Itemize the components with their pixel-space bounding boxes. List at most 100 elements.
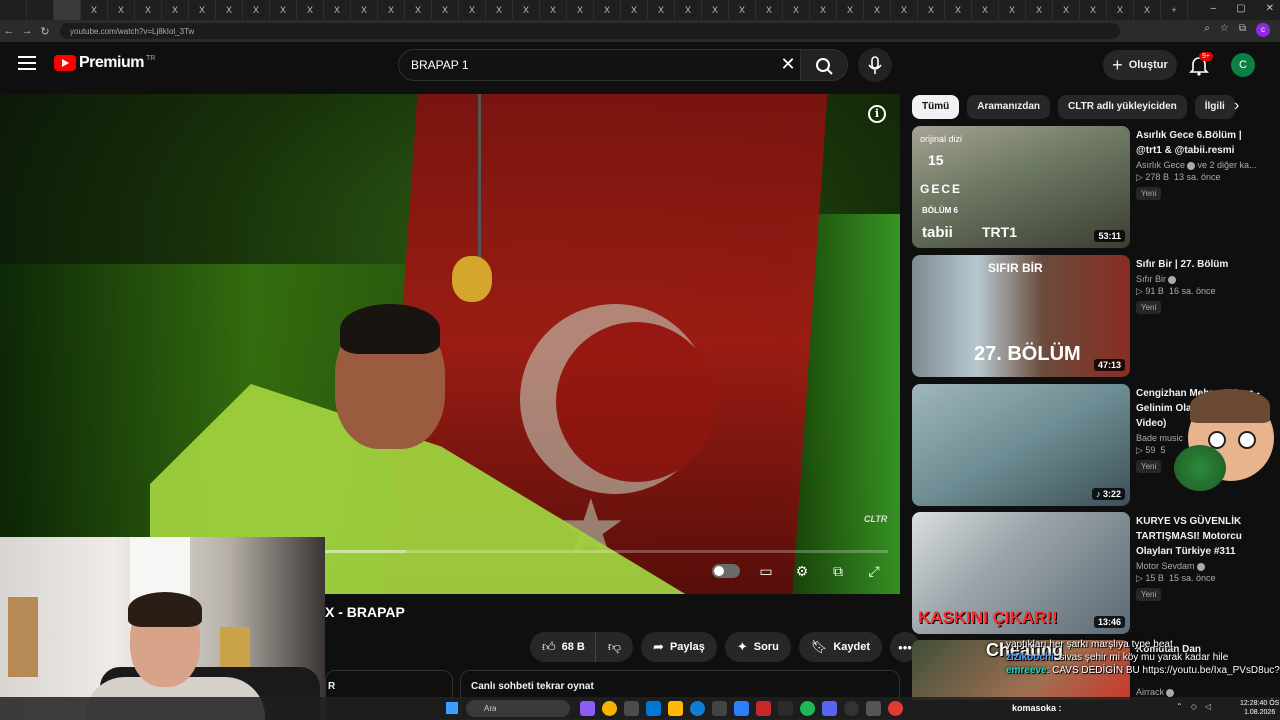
filter-chip[interactable]: Aramanızdan bbox=[967, 95, 1051, 119]
browser-tab[interactable]: X bbox=[864, 0, 891, 20]
browser-tab[interactable]: X bbox=[189, 0, 216, 20]
browser-tab[interactable]: X bbox=[405, 0, 432, 20]
browser-tab[interactable]: X bbox=[486, 0, 513, 20]
profile-icon[interactable]: c bbox=[1256, 23, 1270, 37]
spotify-icon[interactable] bbox=[800, 701, 815, 716]
browser-tab[interactable] bbox=[54, 0, 81, 20]
browser-tab[interactable]: X bbox=[891, 0, 918, 20]
browser-tab[interactable]: X bbox=[945, 0, 972, 20]
like-button[interactable]: 👍︎ 68 B bbox=[530, 632, 595, 662]
search-input[interactable]: BRAPAP 1 bbox=[398, 49, 808, 81]
browser-tab[interactable]: X bbox=[972, 0, 999, 20]
reload-icon[interactable]: ↻ bbox=[36, 25, 54, 38]
browser-tab[interactable]: X bbox=[756, 0, 783, 20]
browser-tab[interactable]: X bbox=[270, 0, 297, 20]
video-thumbnail[interactable]: ♪ 3:22 bbox=[912, 384, 1130, 506]
youtube-premium-logo[interactable]: Premium TR bbox=[54, 54, 155, 72]
recommended-video[interactable]: KASKINI ÇIKAR!! 13:46 KURYE VS GÜVENLİK … bbox=[912, 512, 1272, 634]
account-avatar[interactable]: C bbox=[1231, 53, 1255, 77]
app-icon[interactable] bbox=[646, 701, 661, 716]
dislike-button[interactable]: 👎︎ bbox=[594, 632, 634, 662]
notifications-button[interactable]: 9+ bbox=[1188, 52, 1213, 76]
chrome-icon[interactable] bbox=[602, 701, 617, 716]
browser-tab[interactable]: X bbox=[702, 0, 729, 20]
windows-start-icon[interactable] bbox=[446, 702, 458, 714]
video-player[interactable]: ★ i CLTR ▭ ⚙ ⧉ ⤢ bbox=[0, 94, 900, 594]
info-icon[interactable]: i bbox=[868, 105, 886, 123]
folder-icon[interactable] bbox=[668, 701, 683, 716]
minimize-button[interactable]: – bbox=[1211, 3, 1217, 14]
video-title-link[interactable]: Asırlık Gece 6.Bölüm | @trt1 & @tabii.re… bbox=[1136, 128, 1266, 158]
network-icon[interactable]: ◇ bbox=[1191, 702, 1197, 711]
browser-tab[interactable]: X bbox=[432, 0, 459, 20]
volume-icon[interactable]: ◁ bbox=[1205, 702, 1211, 711]
video-thumbnail[interactable]: KASKINI ÇIKAR!! 13:46 bbox=[912, 512, 1130, 634]
browser-tab[interactable]: X bbox=[567, 0, 594, 20]
obs-icon[interactable] bbox=[844, 701, 859, 716]
channel-name[interactable]: Sıfır Bir bbox=[1136, 274, 1266, 284]
browser-tab[interactable]: X bbox=[540, 0, 567, 20]
browser-tab[interactable]: X bbox=[513, 0, 540, 20]
browser-tab[interactable]: X bbox=[297, 0, 324, 20]
browser-tab[interactable]: X bbox=[108, 0, 135, 20]
filter-chip[interactable]: Tümü bbox=[912, 95, 960, 119]
app-icon[interactable] bbox=[712, 701, 727, 716]
recommended-video[interactable]: orijinal dizi 15 GECE BÖLÜM 6 tabii TRT1… bbox=[912, 126, 1272, 248]
subtitles-icon[interactable]: ▭ bbox=[756, 562, 776, 580]
hamburger-menu-icon[interactable] bbox=[18, 56, 36, 70]
share-button[interactable]: ➦ Paylaş bbox=[641, 632, 717, 662]
browser-tab[interactable]: X bbox=[837, 0, 864, 20]
ask-button[interactable]: ✦ Soru bbox=[724, 632, 791, 662]
fullscreen-icon[interactable]: ⤢ bbox=[864, 562, 884, 580]
browser-tab[interactable]: X bbox=[648, 0, 675, 20]
browser-tab[interactable]: X bbox=[81, 0, 108, 20]
taskbar-search[interactable]: Ara bbox=[466, 700, 570, 717]
video-thumbnail[interactable]: orijinal dizi 15 GECE BÖLÜM 6 tabii TRT1… bbox=[912, 126, 1130, 248]
browser-tab[interactable]: X bbox=[594, 0, 621, 20]
settings-gear-icon[interactable]: ⚙ bbox=[792, 562, 812, 580]
browser-tab[interactable]: X bbox=[162, 0, 189, 20]
browser-tab[interactable] bbox=[27, 0, 54, 20]
taskbar-clock[interactable]: 12:28:40 ÖS 1.08.2026 bbox=[1240, 699, 1279, 717]
browser-tab[interactable]: X bbox=[459, 0, 486, 20]
close-window-button[interactable]: ✕ bbox=[1266, 3, 1274, 14]
app-icon[interactable] bbox=[580, 701, 595, 716]
extensions-icon[interactable]: ⧉ bbox=[1239, 23, 1246, 37]
now-playing[interactable]: komasoka : bbox=[1012, 703, 1062, 713]
app-icon[interactable] bbox=[756, 701, 771, 716]
edge-icon[interactable] bbox=[690, 701, 705, 716]
browser-tab[interactable]: X bbox=[1026, 0, 1053, 20]
app-icon[interactable] bbox=[778, 701, 793, 716]
browser-tab[interactable]: X bbox=[783, 0, 810, 20]
browser-tab[interactable]: X bbox=[810, 0, 837, 20]
url-field[interactable]: youtube.com/watch?v=Lj8kIol_3Tw bbox=[60, 23, 1120, 39]
browser-tab[interactable]: X bbox=[729, 0, 756, 20]
app-icon[interactable] bbox=[734, 701, 749, 716]
browser-tab[interactable] bbox=[0, 0, 27, 20]
create-button[interactable]: + Oluştur bbox=[1103, 50, 1177, 80]
app-icon[interactable] bbox=[888, 701, 903, 716]
new-tab-button[interactable]: + bbox=[1161, 0, 1188, 20]
browser-tab[interactable]: X bbox=[216, 0, 243, 20]
channel-name[interactable]: Motor Sevdam bbox=[1136, 561, 1266, 571]
channel-name[interactable]: Asırlık Gece ve 2 diğer ka... bbox=[1136, 160, 1266, 170]
app-icon[interactable] bbox=[624, 701, 639, 716]
browser-tab[interactable]: X bbox=[243, 0, 270, 20]
star-icon[interactable]: ☆ bbox=[1220, 23, 1229, 37]
browser-tab[interactable]: X bbox=[675, 0, 702, 20]
miniplayer-icon[interactable]: ⧉ bbox=[828, 562, 848, 580]
video-title-link[interactable]: Sıfır Bir | 27. Bölüm bbox=[1136, 257, 1266, 272]
browser-tab[interactable]: X bbox=[1080, 0, 1107, 20]
browser-tab[interactable]: X bbox=[1053, 0, 1080, 20]
browser-tab[interactable]: X bbox=[1107, 0, 1134, 20]
filter-chip[interactable]: İlgili bbox=[1194, 95, 1235, 119]
save-button[interactable]: 🔖︎ Kaydet bbox=[798, 632, 882, 662]
browser-tab[interactable]: X bbox=[378, 0, 405, 20]
video-thumbnail[interactable]: SIFIR BİR 27. BÖLÜM 47:13 bbox=[912, 255, 1130, 377]
autoplay-toggle[interactable] bbox=[712, 564, 740, 578]
channel-name[interactable]: Airrack bbox=[1136, 687, 1266, 697]
browser-tab[interactable]: X bbox=[135, 0, 162, 20]
browser-tab[interactable]: X bbox=[1134, 0, 1161, 20]
search-button[interactable] bbox=[800, 49, 848, 81]
zoom-icon[interactable]: ⌕ bbox=[1204, 23, 1210, 37]
